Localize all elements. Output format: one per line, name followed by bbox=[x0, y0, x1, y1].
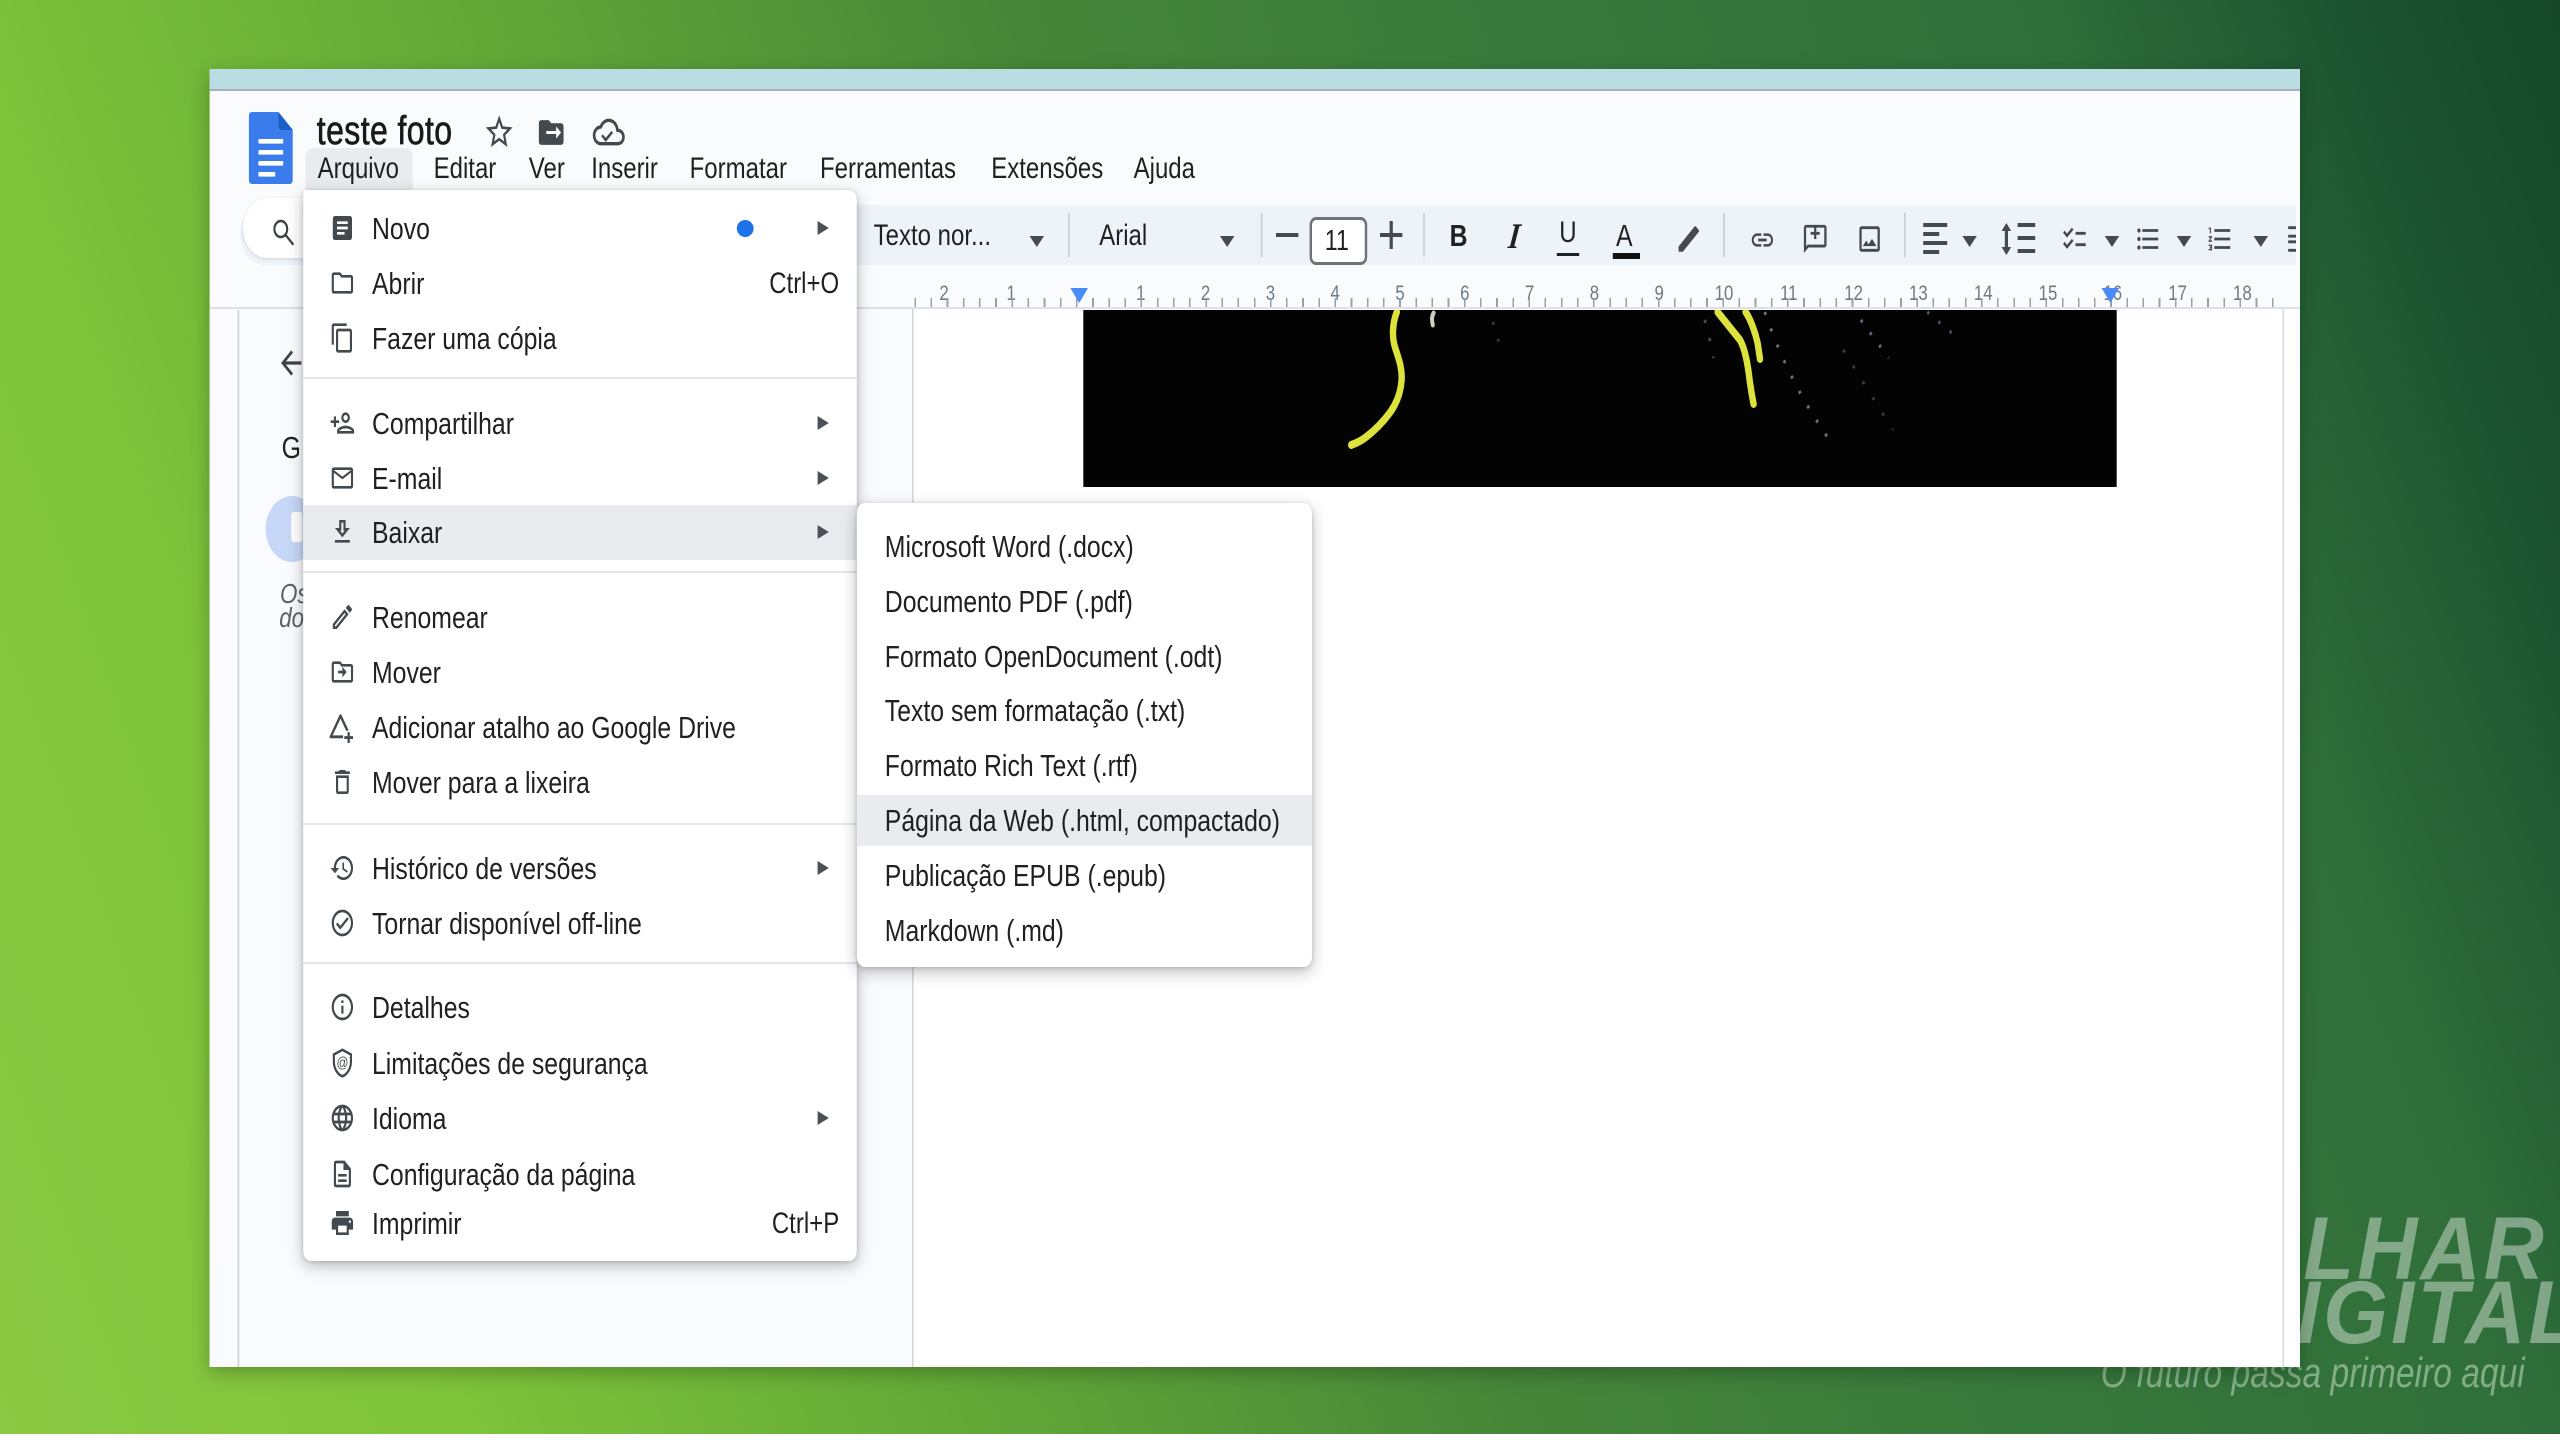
svg-text:@: @ bbox=[336, 1054, 348, 1071]
